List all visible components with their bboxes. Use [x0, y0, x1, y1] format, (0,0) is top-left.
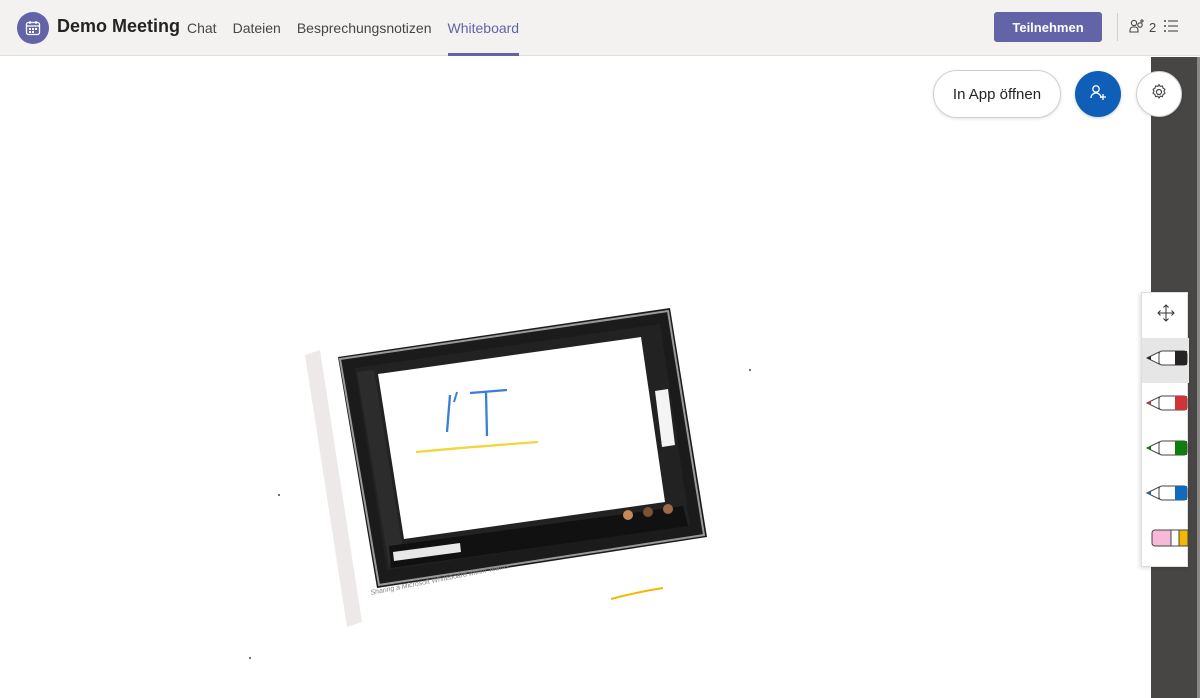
participants-button[interactable]: 2 — [1129, 17, 1156, 37]
eraser-tool[interactable] — [1142, 518, 1189, 563]
header-divider — [1117, 13, 1118, 41]
ink-dot — [749, 369, 751, 371]
participant-count: 2 — [1149, 19, 1157, 35]
pan-tool[interactable] — [1142, 293, 1189, 338]
green-pen-tool[interactable] — [1142, 428, 1189, 473]
ink-stroke — [610, 587, 664, 600]
open-in-app-button[interactable]: In App öffnen — [933, 70, 1061, 118]
pen-icon — [1145, 347, 1189, 374]
calendar-icon — [17, 12, 49, 44]
tab-files[interactable]: Dateien — [233, 0, 281, 56]
tab-chat[interactable]: Chat — [187, 0, 217, 56]
tab-bar: Chat Dateien Besprechungsnotizen Whitebo… — [187, 0, 535, 56]
page-title: Demo Meeting — [57, 16, 181, 36]
pen-icon — [1145, 482, 1189, 509]
meeting-header: Demo Meeting Chat Dateien Besprechungsno… — [0, 0, 1200, 56]
ink-toolbar — [1141, 292, 1189, 567]
ink-dot — [249, 657, 251, 659]
add-person-icon — [1089, 83, 1107, 106]
gear-icon — [1150, 83, 1168, 106]
list-icon[interactable] — [1163, 18, 1179, 36]
move-icon — [1156, 304, 1175, 327]
pen-icon — [1145, 437, 1189, 464]
ink-dot — [278, 494, 280, 496]
settings-button[interactable] — [1136, 71, 1182, 117]
pen-icon — [1145, 392, 1189, 419]
eraser-icon — [1151, 527, 1189, 554]
tab-whiteboard[interactable]: Whiteboard — [447, 0, 519, 56]
join-button[interactable]: Teilnehmen — [994, 12, 1102, 42]
participants-icon — [1129, 18, 1147, 37]
invite-button[interactable] — [1075, 71, 1121, 117]
red-pen-tool[interactable] — [1142, 383, 1189, 428]
blue-pen-tool[interactable] — [1142, 473, 1189, 518]
black-pen-tool[interactable] — [1142, 338, 1189, 383]
tab-meeting-notes[interactable]: Besprechungsnotizen — [297, 0, 432, 56]
